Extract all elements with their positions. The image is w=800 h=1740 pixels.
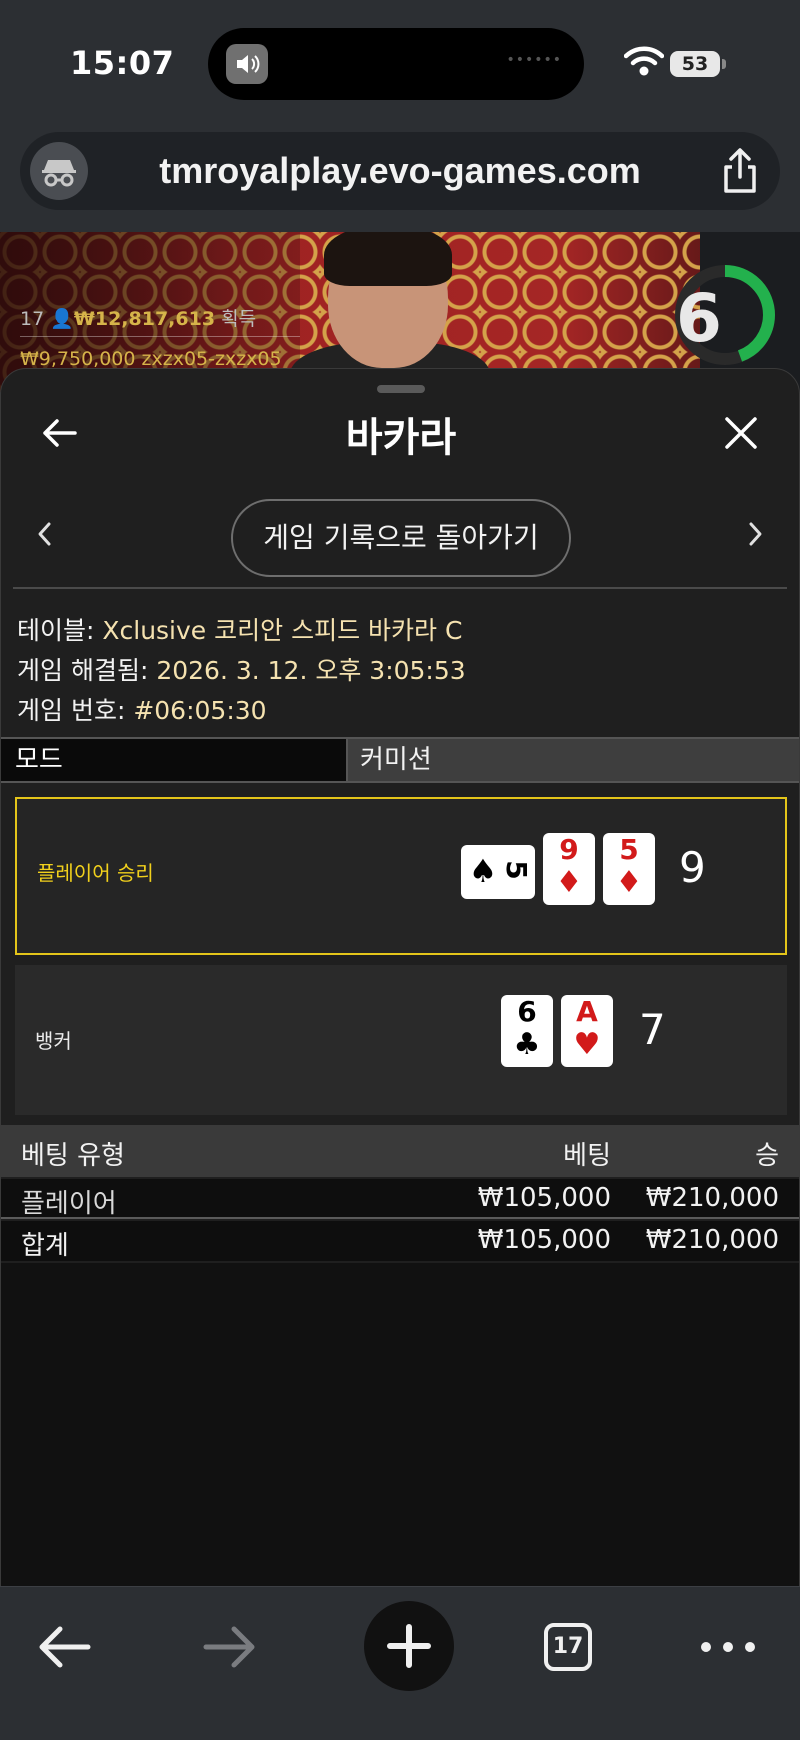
total-label: 합계 bbox=[21, 1231, 69, 1261]
island-dots-icon: •••••• bbox=[506, 52, 562, 68]
address-bar[interactable]: tmroyalplay.evo-games.com bbox=[20, 132, 780, 210]
card-suit: ♣ bbox=[513, 1027, 541, 1062]
card-suit: ♥ bbox=[573, 1027, 601, 1062]
resolved-label: 게임 해결됨: bbox=[17, 656, 157, 685]
close-icon[interactable] bbox=[721, 413, 761, 453]
card-suit: ♦ bbox=[555, 865, 583, 900]
player-count: 17 bbox=[20, 308, 45, 330]
plus-icon bbox=[387, 1624, 431, 1668]
wifi-icon bbox=[624, 46, 664, 76]
playing-card: ♠ 5 bbox=[461, 845, 535, 899]
person-icon: 👤 bbox=[50, 308, 74, 330]
winner-amount: ₩9,750,000 bbox=[20, 348, 136, 370]
header-bet-type: 베팅 유형 bbox=[21, 1141, 125, 1171]
game-number-info: 게임 번호: #06:05:30 bbox=[17, 691, 267, 727]
payout-suffix: 획득 bbox=[221, 308, 257, 330]
players-payout-stat: 17 👤₩12,817,613 획득 bbox=[20, 304, 256, 331]
card-rank: 6 bbox=[517, 995, 537, 1028]
back-to-history-button[interactable]: 게임 기록으로 돌아가기 bbox=[231, 499, 571, 577]
game-detail-sheet: 바카라 게임 기록으로 돌아가기 테이블: Xclusive 코리안 스피드 바… bbox=[0, 368, 800, 1588]
card-suit: ♠ bbox=[468, 852, 498, 890]
header-win: 승 bbox=[755, 1141, 779, 1171]
winner-line: ₩9,750,000 zxzx05-zxzx05 bbox=[20, 348, 282, 370]
speaker-icon bbox=[226, 44, 268, 84]
sheet-title: 바카라 bbox=[345, 415, 457, 461]
card-rank: A bbox=[576, 995, 598, 1028]
card-rank: 5 bbox=[619, 833, 639, 866]
chevron-right-icon[interactable] bbox=[743, 517, 769, 551]
back-icon[interactable] bbox=[26, 1609, 102, 1685]
url-text[interactable]: tmroyalplay.evo-games.com bbox=[100, 132, 700, 210]
playing-card: 6 ♣ bbox=[501, 995, 553, 1067]
share-icon[interactable] bbox=[718, 147, 762, 195]
countdown-timer: 6 bbox=[676, 280, 722, 357]
table-info: 테이블: Xclusive 코리안 스피드 바카라 C bbox=[17, 611, 462, 647]
player-result-label: 플레이어 승리 bbox=[37, 861, 154, 885]
more-icon[interactable] bbox=[690, 1609, 766, 1685]
banker-result-row: 뱅커 6 ♣ A ♥ 7 bbox=[15, 965, 787, 1115]
forward-icon[interactable] bbox=[192, 1609, 268, 1685]
player-score: 9 bbox=[679, 843, 706, 892]
total-bet: ₩105,000 bbox=[477, 1225, 611, 1255]
mode-tabs: 모드 커미션 bbox=[1, 737, 799, 783]
battery-tip bbox=[722, 59, 726, 69]
table-label: 테이블: bbox=[17, 616, 103, 645]
tab-mode[interactable]: 모드 bbox=[1, 739, 348, 781]
header-bet: 베팅 bbox=[563, 1141, 611, 1171]
total-win: ₩210,000 bbox=[645, 1225, 779, 1255]
playing-card: 5 ♦ bbox=[603, 833, 655, 905]
new-tab-button[interactable] bbox=[364, 1601, 454, 1691]
status-time: 15:07 bbox=[70, 44, 175, 82]
incognito-icon[interactable] bbox=[30, 142, 88, 200]
tab-count: 17 bbox=[544, 1623, 592, 1671]
playing-card: A ♥ bbox=[561, 995, 613, 1067]
table-value: Xclusive 코리안 스피드 바카라 C bbox=[102, 616, 463, 645]
player-result-row: 플레이어 승리 ♠ 5 9 ♦ 5 ♦ 9 bbox=[15, 797, 787, 955]
resolved-value: 2026. 3. 12. 오후 3:05:53 bbox=[156, 656, 466, 685]
banker-score: 7 bbox=[639, 1005, 666, 1054]
winner-name: zxzx05-zxzx05 bbox=[141, 348, 282, 370]
tab-switcher-button[interactable]: 17 bbox=[530, 1609, 606, 1685]
stat-divider bbox=[20, 336, 300, 337]
total-row: 합계 ₩105,000 ₩210,000 bbox=[1, 1221, 799, 1261]
sheet-empty-area bbox=[1, 1263, 799, 1587]
resolved-info: 게임 해결됨: 2026. 3. 12. 오후 3:05:53 bbox=[17, 651, 466, 687]
card-rank: 9 bbox=[559, 833, 579, 866]
game-number-label: 게임 번호: bbox=[17, 696, 134, 725]
divider bbox=[13, 587, 787, 589]
playing-card: 9 ♦ bbox=[543, 833, 595, 905]
win-amount-cell: ₩210,000 bbox=[645, 1183, 779, 1213]
sheet-handle[interactable] bbox=[377, 385, 425, 393]
bet-table-header: 베팅 유형 베팅 승 bbox=[1, 1125, 799, 1177]
card-suit: ♦ bbox=[615, 865, 643, 900]
bet-amount-cell: ₩105,000 bbox=[477, 1183, 611, 1213]
dynamic-island: •••••• bbox=[208, 28, 584, 100]
bet-type-cell: 플레이어 bbox=[21, 1189, 117, 1219]
browser-toolbar: 17 bbox=[0, 1586, 800, 1740]
tab-commission[interactable]: 커미션 bbox=[348, 739, 799, 781]
banker-result-label: 뱅커 bbox=[35, 1029, 72, 1053]
table-row: 플레이어 ₩105,000 ₩210,000 bbox=[1, 1179, 799, 1219]
status-bar: 15:07 •••••• 53 bbox=[0, 0, 800, 125]
payout-total: ₩12,817,613 bbox=[73, 308, 216, 330]
card-rank: 5 bbox=[500, 860, 533, 880]
battery-icon: 53 bbox=[670, 51, 720, 77]
chevron-left-icon[interactable] bbox=[31, 517, 57, 551]
game-number-value: #06:05:30 bbox=[133, 696, 267, 725]
